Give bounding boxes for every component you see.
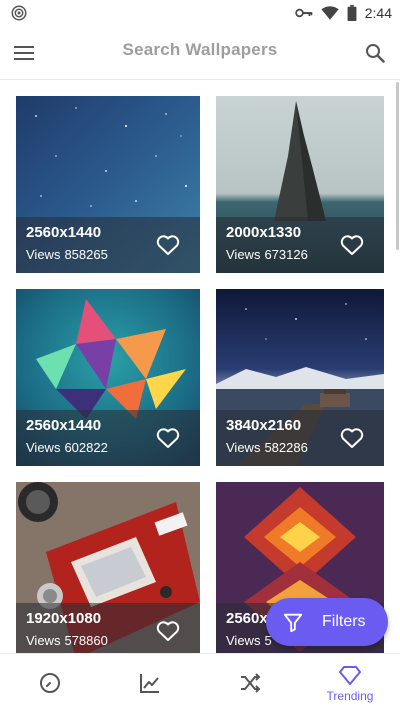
views-label: Views [26,633,61,648]
views-count: Views 858265 [26,247,108,262]
views-value: 578860 [64,633,108,648]
filters-label: Filters [322,613,366,630]
resolution-label: 2000x1330 [226,224,302,241]
views-count: Views 578860 [26,633,108,648]
shuffle-icon [241,672,261,693]
resolution-label: 1920x1080 [26,610,102,627]
nav-item-recent[interactable] [0,654,100,710]
views-label: Views [226,440,261,455]
resolution-label: 2560x1440 [26,224,102,241]
resolution-label: 2560x1440 [26,417,102,434]
bottom-navigation: Trending [0,653,400,710]
resolution-label: 2560x [226,610,268,627]
chart-line-icon [140,673,159,693]
battery-icon [347,5,357,21]
scrollbar[interactable] [396,82,399,250]
menu-button[interactable] [10,39,38,67]
heart-icon[interactable] [156,427,180,449]
views-value: 858265 [64,247,108,262]
search-wallpapers-field[interactable]: Search Wallpapers [90,40,310,60]
nav-label-trending: Trending [326,688,374,703]
heart-icon[interactable] [156,234,180,256]
hotspot-icon [11,5,27,21]
status-time: 2:44 [364,5,392,21]
wallpaper-card[interactable]: 2560x1440 Views 858265 [16,96,200,273]
menu-icon [14,46,34,60]
wallpaper-card[interactable]: 1920x1080 Views 578860 [16,482,200,653]
views-value: 673126 [264,247,308,262]
views-value: 582286 [264,440,308,455]
status-icons: 2:44 [295,0,392,26]
status-bar: 2:44 [0,0,400,26]
heart-icon[interactable] [156,620,180,642]
filters-button[interactable]: Filters [266,598,388,646]
views-count: Views 582286 [226,440,308,455]
key-icon [295,8,312,18]
app-bar: Search Wallpapers [0,26,400,80]
views-count: Views 602822 [26,440,108,455]
views-label: Views [226,247,261,262]
search-button[interactable] [360,38,390,68]
diamond-icon [339,665,361,685]
views-label: Views [226,633,261,648]
wallpaper-card[interactable]: 2000x1330 Views 673126 [216,96,384,273]
clock-icon [40,672,60,693]
search-icon [366,44,385,63]
heart-icon[interactable] [340,234,364,256]
views-label: Views [26,440,61,455]
views-count: Views 5 [226,633,272,648]
wifi-icon [321,6,339,20]
nav-item-random[interactable] [200,654,300,710]
wallpaper-card[interactable]: 2560x1440 Views 602822 [16,289,200,466]
views-count: Views 673126 [226,247,308,262]
nav-item-trending[interactable]: Trending [300,654,400,710]
resolution-label: 3840x2160 [226,417,302,434]
views-label: Views [26,247,61,262]
heart-icon[interactable] [340,427,364,449]
filter-icon [283,613,303,633]
wallpaper-grid: 2560x1440 Views 858265 2000x1330 Views 673… [0,81,400,653]
views-value: 602822 [64,440,108,455]
wallpaper-card[interactable]: 3840x2160 Views 582286 [216,289,384,466]
nav-item-popular[interactable] [100,654,200,710]
